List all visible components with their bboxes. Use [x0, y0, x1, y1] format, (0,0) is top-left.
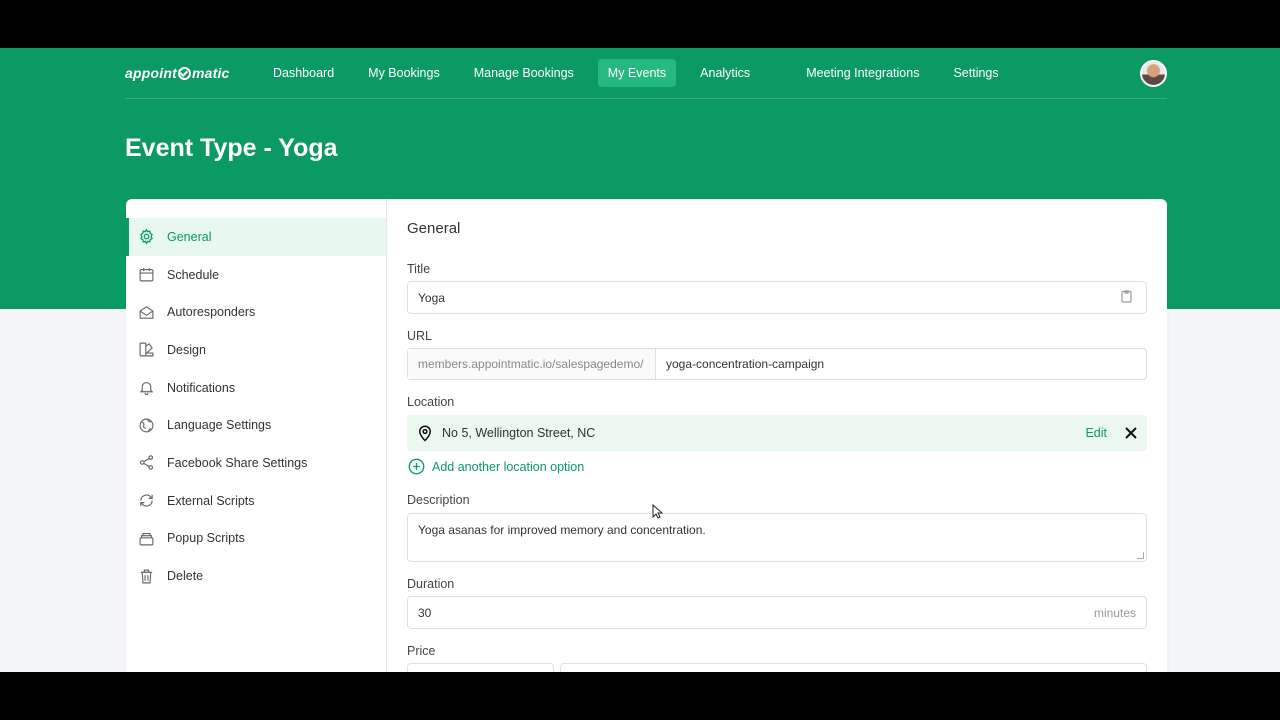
- nav-manage-bookings[interactable]: Manage Bookings: [464, 59, 584, 87]
- plus-circle-icon: [408, 458, 425, 475]
- map-pin-icon: [418, 425, 432, 442]
- user-avatar[interactable]: [1140, 59, 1167, 87]
- title-input[interactable]: Yoga: [407, 281, 1147, 314]
- duration-value: 30: [418, 605, 432, 620]
- title-value: Yoga: [418, 290, 445, 305]
- app-frame: appoint matic Dashboard My Bookings Mana…: [0, 48, 1280, 672]
- logo-check-icon: [177, 66, 191, 80]
- settings-sidebar: General Schedule Autoresponders Design N…: [126, 199, 387, 672]
- location-label: Location: [407, 395, 455, 409]
- palette-icon: [138, 341, 155, 358]
- trash-icon: [138, 568, 155, 585]
- url-label: URL: [407, 329, 433, 343]
- duration-input[interactable]: 30 minutes: [407, 596, 1147, 629]
- share-icon: [138, 454, 155, 471]
- sidebar-item-design[interactable]: Design: [126, 331, 386, 369]
- sidebar-item-language-settings[interactable]: Language Settings: [126, 406, 386, 444]
- price-amount-input[interactable]: [560, 663, 1147, 672]
- add-location-button[interactable]: Add another location option: [408, 458, 584, 475]
- sidebar-item-label: Autoresponders: [167, 305, 256, 320]
- sidebar-item-label: Popup Scripts: [167, 531, 245, 546]
- sidebar-item-facebook-share-settings[interactable]: Facebook Share Settings: [126, 444, 386, 482]
- globe-icon: [138, 417, 155, 434]
- price-currency-select[interactable]: [407, 663, 554, 672]
- top-navigation: appoint matic Dashboard My Bookings Mana…: [125, 48, 1167, 99]
- sidebar-item-label: Design: [167, 342, 206, 357]
- sidebar-item-label: Schedule: [167, 267, 220, 282]
- refresh-icon: [138, 492, 155, 509]
- location-edit-button[interactable]: Edit: [1085, 426, 1107, 440]
- mouse-cursor-icon: [652, 504, 663, 519]
- nav-meeting-integrations[interactable]: Meeting Integrations: [796, 59, 929, 87]
- description-label: Description: [407, 493, 470, 507]
- section-title: General: [407, 220, 461, 237]
- general-form: General Title Yoga URL members.appointma…: [407, 199, 1147, 672]
- url-input[interactable]: members.appointmatic.io/salespagedemo/ y…: [407, 348, 1147, 380]
- sidebar-item-label: External Scripts: [167, 493, 255, 508]
- location-row: No 5, Wellington Street, NC Edit: [407, 415, 1147, 451]
- add-location-label: Add another location option: [432, 459, 585, 474]
- sidebar-item-label: General: [167, 229, 212, 244]
- sidebar-item-general[interactable]: General: [126, 218, 386, 256]
- duration-label: Duration: [407, 577, 455, 591]
- url-slug[interactable]: yoga-concentration-campaign: [656, 357, 824, 371]
- nav-links: Dashboard My Bookings Manage Bookings My…: [263, 48, 1023, 99]
- stack-icon: [138, 530, 155, 547]
- duration-suffix: minutes: [1093, 605, 1136, 620]
- event-settings-card: General Schedule Autoresponders Design N…: [126, 199, 1167, 672]
- nav-analytics[interactable]: Analytics: [690, 59, 760, 87]
- nav-dashboard[interactable]: Dashboard: [263, 59, 344, 87]
- sidebar-item-notifications[interactable]: Notifications: [126, 369, 386, 407]
- nav-settings[interactable]: Settings: [943, 59, 1008, 87]
- resize-handle[interactable]: [1137, 552, 1144, 559]
- sidebar-item-delete[interactable]: Delete: [126, 557, 386, 595]
- description-value: Yoga asanas for improved memory and conc…: [418, 523, 706, 537]
- logo-text-right: matic: [191, 65, 230, 81]
- nav-my-bookings[interactable]: My Bookings: [358, 59, 450, 87]
- location-value: No 5, Wellington Street, NC: [442, 426, 596, 440]
- sidebar-item-label: Notifications: [167, 380, 236, 395]
- page-title: Event Type - Yoga: [125, 134, 338, 162]
- sidebar-item-label: Language Settings: [167, 418, 272, 433]
- sidebar-item-popup-scripts[interactable]: Popup Scripts: [126, 520, 386, 558]
- logo-text-left: appoint: [125, 65, 177, 81]
- sidebar-item-schedule[interactable]: Schedule: [126, 256, 386, 294]
- nav-my-events[interactable]: My Events: [597, 59, 677, 87]
- gear-icon: [138, 228, 155, 245]
- price-label: Price: [407, 644, 436, 658]
- sidebar-item-autoresponders[interactable]: Autoresponders: [126, 293, 386, 331]
- envelope-icon: [138, 304, 155, 321]
- app-logo[interactable]: appoint matic: [125, 65, 263, 81]
- bell-icon: [138, 379, 155, 396]
- title-label: Title: [407, 262, 431, 276]
- close-icon[interactable]: [1125, 427, 1137, 439]
- sidebar-item-external-scripts[interactable]: External Scripts: [126, 482, 386, 520]
- sidebar-item-label: Delete: [167, 569, 204, 584]
- description-textarea[interactable]: Yoga asanas for improved memory and conc…: [407, 513, 1147, 562]
- url-prefix: members.appointmatic.io/salespagedemo/: [408, 349, 656, 379]
- clipboard-icon[interactable]: [1121, 289, 1132, 306]
- calendar-icon: [138, 266, 155, 283]
- sidebar-item-label: Facebook Share Settings: [167, 455, 308, 470]
